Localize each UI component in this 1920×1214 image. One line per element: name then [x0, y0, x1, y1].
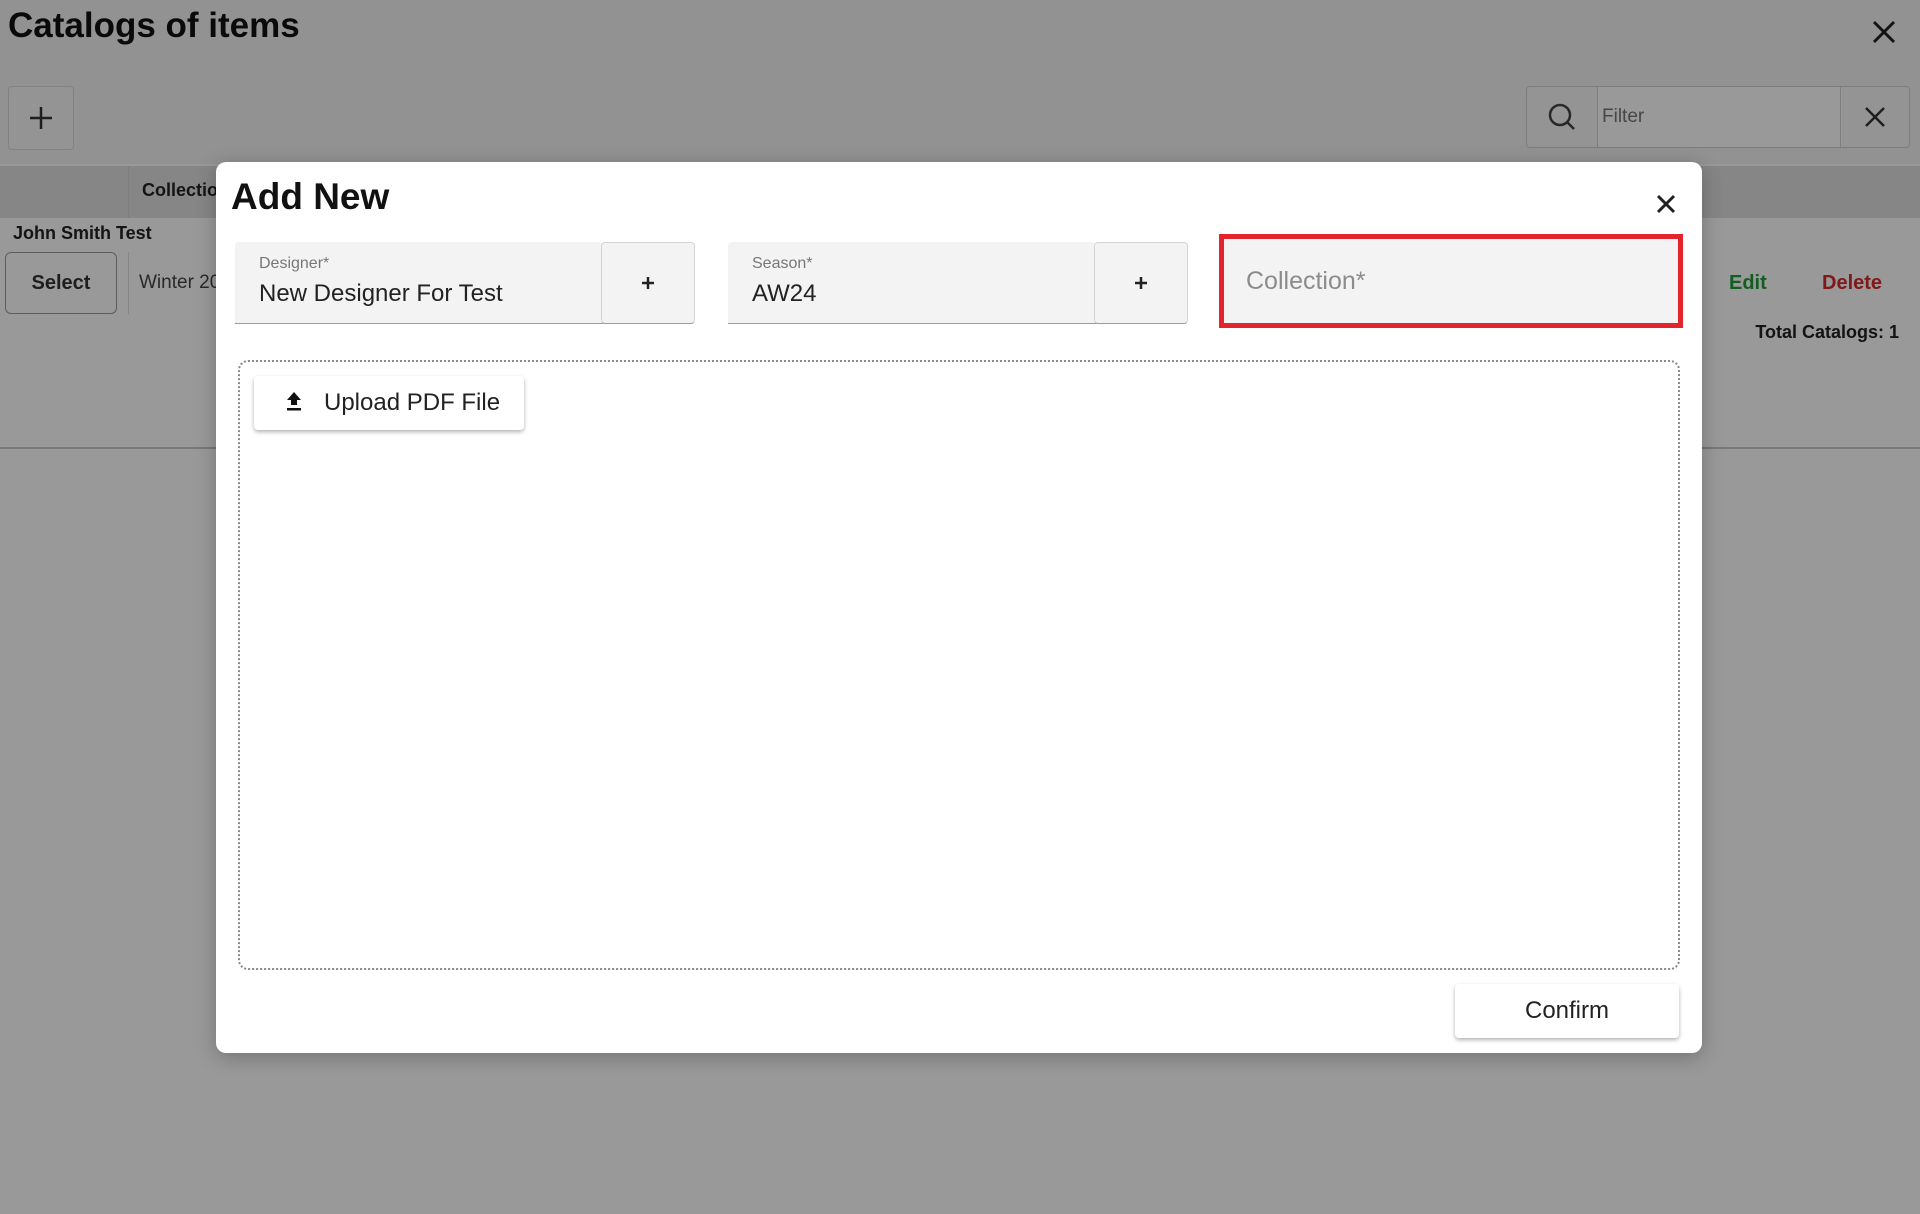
collection-input[interactable] — [1224, 239, 1678, 323]
upload-pdf-label: Upload PDF File — [324, 389, 501, 416]
pdf-drop-zone[interactable] — [238, 360, 1680, 970]
designer-value: New Designer For Test — [259, 280, 503, 307]
designer-field[interactable]: Designer* New Designer For Test — [235, 242, 603, 324]
upload-pdf-button[interactable]: Upload PDF File — [254, 376, 524, 430]
season-field[interactable]: Season* AW24 — [728, 242, 1096, 324]
collection-field — [1219, 234, 1683, 328]
add-designer-button[interactable] — [601, 242, 695, 324]
dialog-title: Add New — [231, 176, 390, 217]
designer-label: Designer* — [259, 255, 330, 272]
close-icon — [1656, 194, 1676, 214]
add-new-dialog: Add New Designer* New Designer For Test … — [216, 162, 1702, 1053]
plus-icon — [642, 277, 654, 289]
confirm-button[interactable]: Confirm — [1455, 984, 1679, 1038]
plus-icon — [1135, 277, 1147, 289]
upload-icon — [287, 392, 301, 411]
season-label: Season* — [752, 255, 813, 272]
dialog-close-button[interactable] — [1646, 184, 1686, 224]
season-value: AW24 — [752, 280, 817, 307]
add-season-button[interactable] — [1094, 242, 1188, 324]
